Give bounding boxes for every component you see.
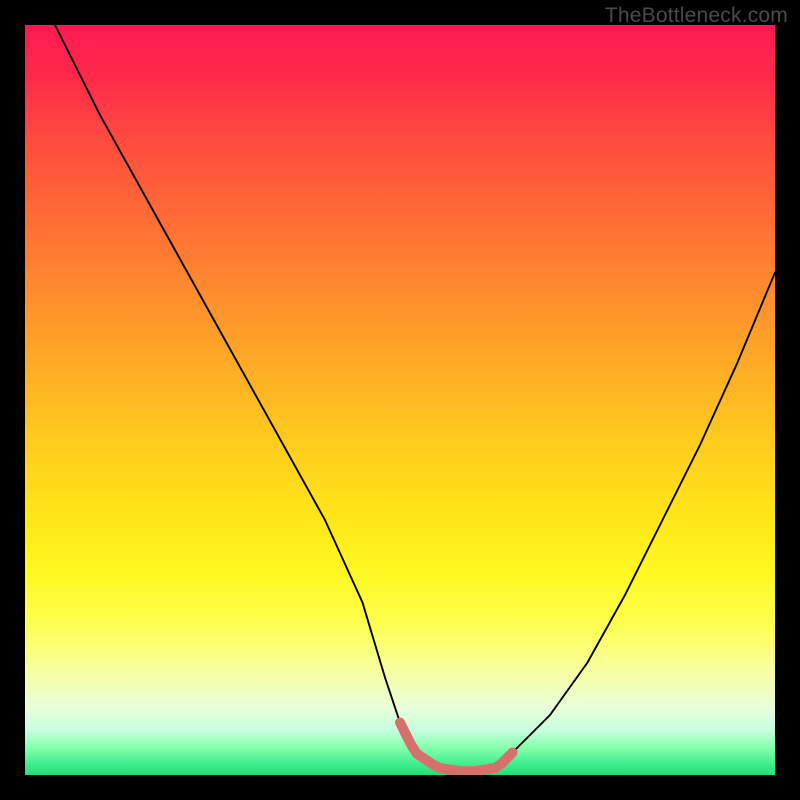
sweet-spot-highlight	[400, 723, 513, 772]
chart-frame: TheBottleneck.com	[0, 0, 800, 800]
plot-area	[25, 25, 775, 775]
bottleneck-curve	[25, 25, 775, 775]
watermark-text: TheBottleneck.com	[605, 4, 788, 28]
